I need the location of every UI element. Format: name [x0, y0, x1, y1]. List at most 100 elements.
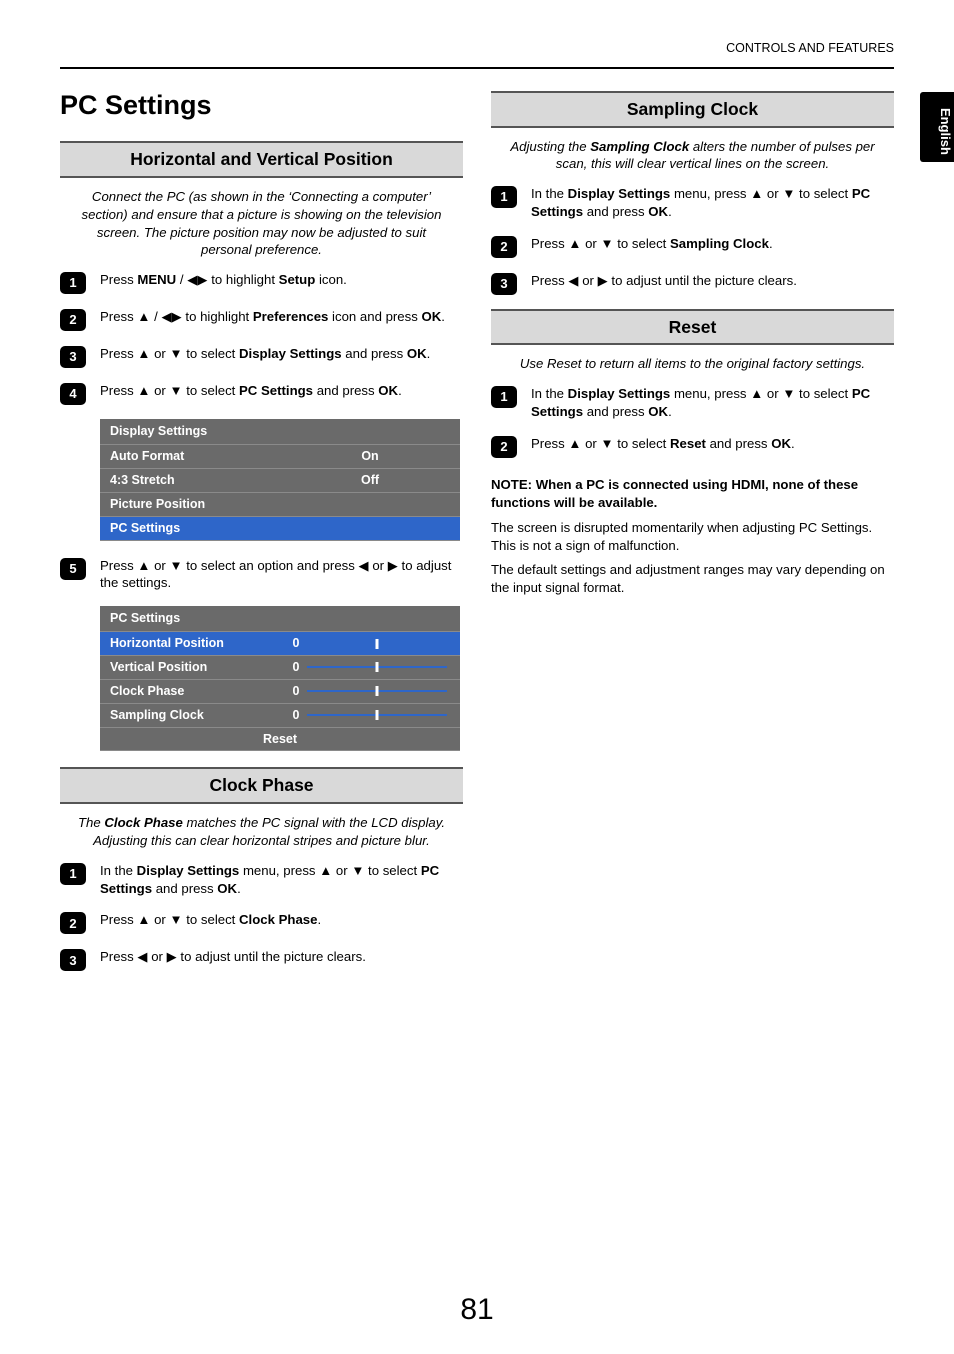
right-icon: ▶ [167, 949, 177, 964]
text: icon. [315, 272, 347, 287]
language-tab: English [920, 92, 954, 162]
down-icon: ▼ [351, 863, 364, 878]
text: Press [100, 346, 137, 361]
display-settings-label: Display Settings [568, 386, 671, 401]
text: to select [183, 912, 239, 927]
display-settings-label: Display Settings [239, 346, 342, 361]
left-icon: ◀ [161, 309, 171, 324]
table-row: Horizontal Position 0 [100, 632, 460, 656]
step-number-2: 2 [491, 236, 517, 258]
text: menu, press [670, 386, 750, 401]
left-icon: ◀ [137, 949, 147, 964]
left-column: PC Settings Horizontal and Vertical Posi… [60, 75, 463, 985]
text: Press [531, 273, 568, 288]
text: . [317, 912, 321, 927]
step-number-1: 1 [491, 386, 517, 408]
hv-step-3: 3 Press ▲ or ▼ to select Display Setting… [60, 345, 463, 368]
page-title: PC Settings [60, 87, 463, 123]
display-settings-label: Display Settings [568, 186, 671, 201]
clock-phase-heading: Clock Phase [60, 767, 463, 804]
step-number-2: 2 [60, 912, 86, 934]
row-value: 0 [280, 632, 460, 656]
sampling-clock-heading: Sampling Clock [491, 91, 894, 128]
text: The [78, 815, 104, 830]
breadcrumb: CONTROLS AND FEATURES [726, 41, 894, 55]
row-label: Clock Phase [100, 679, 280, 703]
text: to select [614, 436, 670, 451]
text: . [668, 204, 672, 219]
hv-step-4: 4 Press ▲ or ▼ to select PC Settings and… [60, 382, 463, 405]
table-row: Auto FormatOn [100, 445, 460, 469]
row-label: PC Settings [100, 516, 280, 540]
slider-value: 0 [293, 659, 300, 676]
text: . [398, 383, 402, 398]
row-label: Auto Format [100, 445, 280, 469]
ok-label: OK [217, 881, 237, 896]
text: . [237, 881, 241, 896]
ok-label: OK [771, 436, 791, 451]
text: Press [100, 558, 137, 573]
row-value: Off [280, 468, 460, 492]
text: or [581, 436, 600, 451]
text: . [427, 346, 431, 361]
clock-phase-label: Clock Phase [239, 912, 317, 927]
sc-step-1: 1 In the Display Settings menu, press ▲ … [491, 185, 894, 221]
clock-phase-bold: Clock Phase [104, 815, 182, 830]
table-title: PC Settings [100, 606, 460, 631]
step-number-1: 1 [60, 863, 86, 885]
header-rule [60, 67, 894, 69]
hv-position-heading: Horizontal and Vertical Position [60, 141, 463, 178]
reset-step-1: 1 In the Display Settings menu, press ▲ … [491, 385, 894, 421]
text: or [332, 863, 351, 878]
up-icon: ▲ [137, 558, 150, 573]
sampling-clock-intro: Adjusting the Sampling Clock alters the … [501, 138, 884, 174]
page-number: 81 [0, 1290, 954, 1331]
text: to highlight [208, 272, 279, 287]
row-value: 0 [280, 679, 460, 703]
text: menu, press [670, 186, 750, 201]
text: or [763, 186, 782, 201]
row-label: Horizontal Position [100, 632, 280, 656]
down-icon: ▼ [782, 386, 795, 401]
row-value: 0 [280, 703, 460, 727]
text: Press [100, 912, 137, 927]
cp-step-2: 2 Press ▲ or ▼ to select Clock Phase. [60, 911, 463, 934]
text: Press [531, 436, 568, 451]
hv-step-2: 2 Press ▲ / ◀▶ to highlight Preferences … [60, 308, 463, 331]
step-number-1: 1 [60, 272, 86, 294]
right-icon: ▶ [598, 273, 608, 288]
row-value: On [280, 445, 460, 469]
ok-label: OK [648, 204, 668, 219]
slider-value: 0 [293, 635, 300, 652]
text: Press [100, 949, 137, 964]
sc-step-3: 3 Press ◀ or ▶ to adjust until the pictu… [491, 272, 894, 295]
right-icon: ▶ [197, 272, 207, 287]
hv-intro: Connect the PC (as shown in the ‘Connect… [70, 188, 453, 259]
reset-step-2: 2 Press ▲ or ▼ to select Reset and press… [491, 435, 894, 458]
down-icon: ▼ [170, 383, 183, 398]
row-label: Vertical Position [100, 655, 280, 679]
text: or [579, 273, 598, 288]
text: Press [100, 272, 137, 287]
text: to adjust until the picture clears. [608, 273, 797, 288]
ok-label: OK [648, 404, 668, 419]
ok-label: OK [407, 346, 427, 361]
text: or [369, 558, 388, 573]
text: or [581, 236, 600, 251]
text: Press [531, 236, 568, 251]
menu-label: MENU [137, 272, 176, 287]
up-icon: ▲ [137, 309, 150, 324]
cp-step-3: 3 Press ◀ or ▶ to adjust until the pictu… [60, 948, 463, 971]
left-icon: ◀ [359, 558, 369, 573]
body-paragraph: The default settings and adjustment rang… [491, 561, 894, 597]
reset-intro: Use Reset to return all items to the ori… [501, 355, 884, 373]
pc-settings-label: PC Settings [239, 383, 313, 398]
table-title: Display Settings [100, 419, 460, 444]
table-row: Clock Phase0 [100, 679, 460, 703]
row-label: Picture Position [100, 492, 280, 516]
left-icon: ◀ [187, 272, 197, 287]
down-icon: ▼ [601, 236, 614, 251]
text: to select an option and press [183, 558, 359, 573]
setup-label: Setup [279, 272, 316, 287]
text: In the [531, 186, 568, 201]
